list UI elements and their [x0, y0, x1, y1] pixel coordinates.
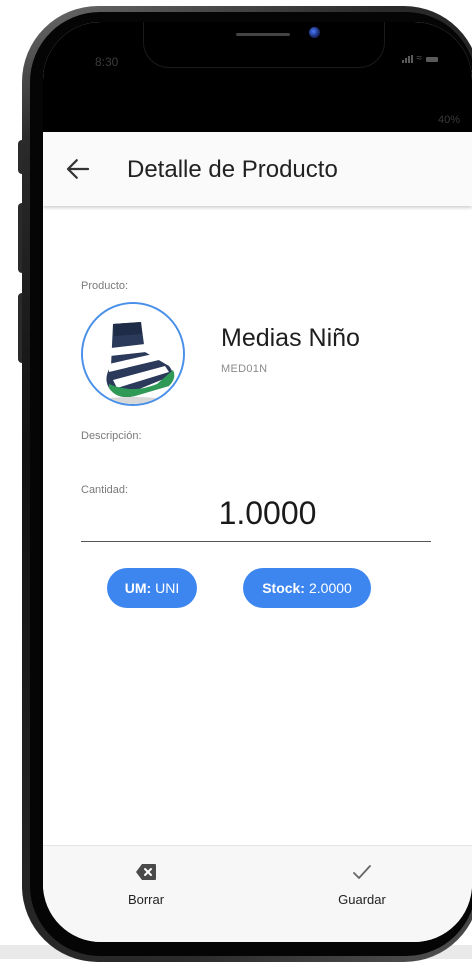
delete-button[interactable]: Borrar [101, 860, 191, 907]
unit-chip-value: UNI [155, 580, 180, 596]
speaker [236, 33, 290, 36]
phone-screen: 8:30 ≈ 40% Detalle de Producto Producto: [43, 22, 472, 942]
unit-chip: UM: UNI [107, 568, 197, 608]
backspace-icon [136, 864, 156, 880]
quantity-input[interactable]: 1.0000 [43, 495, 472, 532]
bottom-action-bar: Borrar Guardar [43, 845, 472, 942]
quantity-underline [81, 541, 431, 542]
stock-chip-value: 2.0000 [308, 580, 352, 596]
product-code: MED01N [221, 363, 268, 375]
delete-button-label: Borrar [127, 892, 165, 907]
save-button[interactable]: Guardar [317, 860, 407, 907]
wifi-icon: ≈ [416, 53, 423, 64]
status-bar: 8:30 ≈ 40% [43, 22, 472, 132]
check-icon [353, 865, 371, 879]
page-title: Detalle de Producto [127, 156, 338, 183]
product-label: Producto: [81, 280, 129, 292]
app-bar: Detalle de Producto [43, 132, 472, 206]
system-icons: ≈ [401, 53, 438, 64]
save-button-label: Guardar [338, 892, 386, 907]
product-image [81, 302, 185, 406]
battery-icon [426, 56, 438, 62]
signal-icon [401, 55, 413, 63]
battery-percentage: 40% [437, 114, 460, 126]
stock-chip: Stock: 2.0000 [243, 568, 371, 608]
product-name: Medias Niño [221, 324, 360, 352]
unit-chip-label: UM: [124, 580, 152, 596]
arrow-left-icon[interactable] [63, 154, 93, 184]
description-label: Descripción: [81, 430, 142, 442]
front-camera [309, 27, 320, 38]
notch [143, 22, 385, 68]
sock-icon [83, 304, 183, 404]
stock-chip-label: Stock: [262, 580, 305, 596]
status-time: 8:30 [95, 55, 119, 69]
